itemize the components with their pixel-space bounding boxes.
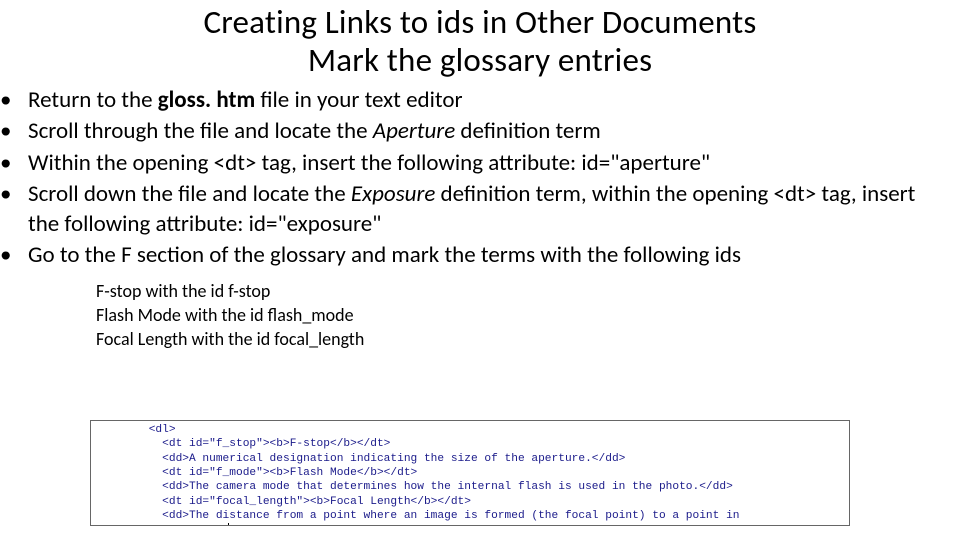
bullet-5: •Go to the F section of the glossary and… (14, 241, 946, 270)
code-line: <dt id="focal_length"><b>Focal Length</b… (95, 496, 471, 508)
code-line: <dt id="f_stop"><b>F-stop</b></dt> (95, 438, 390, 450)
bullet-2: •Scroll through the file and locate the … (14, 117, 946, 146)
sub-item-3: Focal Length with the id focal_length (96, 327, 946, 351)
code-screenshot: <dl> <dt id="f_stop"><b>F-stop</b></dt> … (90, 420, 850, 526)
sub-item-1: F-stop with the id f-stop (96, 279, 946, 303)
bullet-1-bold: gloss. htm (158, 86, 261, 114)
bullet-4-text-a: Scroll down the file and locate the (28, 180, 351, 208)
code-content: <dl> <dt id="f_stop"><b>F-stop</b></dt> … (91, 421, 849, 526)
code-line: <dd>The camera mode that determines how … (95, 481, 733, 493)
bullet-3-text: Within the opening <dt> tag, insert the … (28, 149, 710, 177)
code-line: <dl> (95, 424, 176, 436)
bullet-1: •Return to the gloss. htm file in your t… (14, 86, 946, 115)
sub-list: F-stop with the id f-stop Flash Mode wit… (14, 273, 946, 352)
bullet-1-text-a: Return to the (28, 86, 158, 114)
bullet-1-text-b: file in your text editor (260, 86, 462, 114)
bullet-2-text-b: definition term (455, 117, 601, 145)
bullet-dot-icon: • (14, 149, 28, 178)
bullet-4-italic: Exposure (351, 180, 435, 208)
title-line-2: Mark the glossary entries (60, 42, 900, 80)
title-line-1: Creating Links to ids in Other Documents (60, 4, 900, 42)
bullet-dot-icon: • (14, 86, 28, 115)
bullet-dot-icon: • (14, 180, 28, 209)
text-caret-icon (228, 523, 229, 526)
code-line: <dd>A numerical designation indicating t… (95, 453, 625, 465)
bullet-4: •Scroll down the file and locate the Exp… (14, 180, 946, 239)
slide-title: Creating Links to ids in Other Documents… (0, 0, 960, 80)
bullet-2-text-a: Scroll through the file and locate the (28, 117, 373, 145)
code-line: <dd>The distance from a point where an i… (95, 510, 740, 522)
bullet-list: •Return to the gloss. htm file in your t… (0, 80, 960, 352)
code-line-wrapped: or near the camera lens.</dd> (90, 525, 228, 526)
code-line: <dt id="f_mode"><b>Flash Mode</b></dt> (95, 467, 417, 479)
bullet-dot-icon: • (14, 241, 28, 270)
bullet-5-text: Go to the F section of the glossary and … (28, 241, 741, 269)
bullet-dot-icon: • (14, 117, 28, 146)
bullet-2-italic: Aperture (373, 117, 455, 145)
sub-item-2: Flash Mode with the id flash_mode (96, 303, 946, 327)
bullet-3: •Within the opening <dt> tag, insert the… (14, 149, 946, 178)
